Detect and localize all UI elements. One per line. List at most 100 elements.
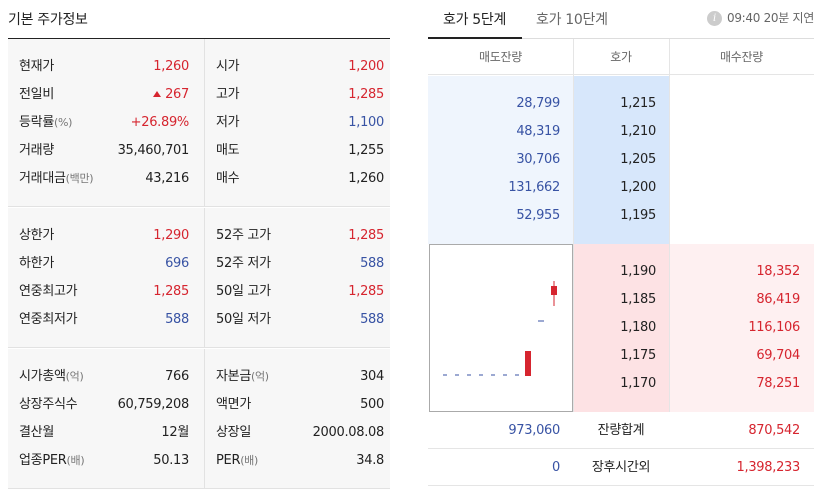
info-value: 1,290 <box>153 222 189 250</box>
info-label: 상한가 <box>19 222 54 250</box>
label-text: 연중최저가 <box>19 312 78 327</box>
header-bid-volume: 매수잔량 <box>669 39 814 75</box>
info-label: 자본금(억) <box>216 363 269 391</box>
info-label: 거래대금(백만) <box>19 165 94 193</box>
info-value: 50.13 <box>153 447 189 475</box>
info-value: 1,255 <box>348 137 384 165</box>
label-text: 결산월 <box>19 425 54 440</box>
basic-stock-info-panel: 기본 주가정보 현재가 1,260 시가 1,200 전일비 267 고가 1,285 등락률(… <box>8 0 390 498</box>
info-value: 588 <box>360 250 384 278</box>
info-label: 연중최저가 <box>19 306 78 334</box>
unit-text: (억) <box>65 370 84 383</box>
ask-price: 1,210 <box>620 124 656 139</box>
value-text: 35,460,701 <box>117 143 190 158</box>
ask-price: 1,195 <box>620 208 656 223</box>
info-row: 연중최저가 588 50일 저가 588 <box>8 306 390 334</box>
info-value: 12월 <box>161 419 189 447</box>
summary-label: 장후시간외 <box>591 460 651 475</box>
info-label: 거래량 <box>19 137 54 165</box>
value-text: 60,759,208 <box>117 397 190 412</box>
bid-volume: 86,419 <box>756 292 800 307</box>
info-value: 304 <box>360 363 384 391</box>
label-text: 거래대금 <box>19 171 66 186</box>
summary-bid: 1,398,233 <box>736 460 801 475</box>
info-row: 등락률(%) +26.89% 저가 1,100 <box>8 109 390 137</box>
value-text: 1,260 <box>348 171 384 186</box>
info-value: 1,100 <box>348 109 384 137</box>
info-label: 전일비 <box>19 81 54 109</box>
info-value: 1,285 <box>348 222 384 250</box>
unit-text: (배) <box>66 454 85 467</box>
info-label: PER(배) <box>216 447 258 475</box>
value-text: 500 <box>360 397 384 412</box>
info-label: 50일 고가 <box>216 278 271 306</box>
info-row: 시가총액(억) 766 자본금(억) 304 <box>8 363 390 391</box>
label-text: 현재가 <box>19 59 54 74</box>
label-text: 상장주식수 <box>19 397 78 412</box>
info-value: 1,285 <box>348 278 384 306</box>
value-text: 2000.08.08 <box>312 425 385 440</box>
bid-volume: 18,352 <box>756 264 800 279</box>
label-text: 전일비 <box>19 87 54 102</box>
limit-info-block: 상한가 1,290 52주 고가 1,285 하한가 696 52주 저가 588 연중최고가 1… <box>8 208 390 348</box>
candle-volume-bar <box>525 351 531 376</box>
header-ask-volume: 매도잔량 <box>428 39 573 75</box>
bid-price: 1,180 <box>620 320 656 335</box>
unit-text: (배) <box>240 454 258 467</box>
label-text: 액면가 <box>216 397 251 412</box>
value-text: 12월 <box>161 425 189 440</box>
label-text: 52주 고가 <box>216 228 271 243</box>
summary-row: 973,060 잔량합계 870,542 <box>428 413 814 449</box>
delay-text: 09:40 20분 지연 <box>726 11 814 25</box>
info-value: 696 <box>165 250 189 278</box>
info-label: 52주 고가 <box>216 222 271 250</box>
info-value: 1,285 <box>153 278 189 306</box>
delay-info: i 09:40 20분 지연 <box>706 9 814 26</box>
summary-ask: 973,060 <box>508 423 560 438</box>
info-label: 업종PER(배) <box>19 447 85 475</box>
label-text: 상한가 <box>19 228 54 243</box>
info-label: 50일 저가 <box>216 306 271 334</box>
info-value: 43,216 <box>145 165 189 193</box>
ask-price: 1,200 <box>620 180 656 195</box>
value-text: 696 <box>165 256 189 271</box>
tab-10-levels[interactable]: 호가 10단계 <box>536 9 608 29</box>
value-text: 1,285 <box>348 87 384 102</box>
info-label: 고가 <box>216 81 240 109</box>
candle-chart-svg <box>443 281 557 376</box>
tab-5-levels[interactable]: 호가 5단계 <box>443 9 506 29</box>
label-text: 자본금 <box>216 369 251 384</box>
label-text: 시가 <box>216 59 240 74</box>
company-info-block: 시가총액(억) 766 자본금(억) 304 상장주식수 60,759,208 액면가 500… <box>8 349 390 489</box>
info-icon[interactable]: i <box>706 11 722 26</box>
ask-price: 1,205 <box>620 152 656 167</box>
label-text: 매도 <box>216 143 240 158</box>
info-value: 34.8 <box>356 447 384 475</box>
value-text: 1,290 <box>153 228 189 243</box>
value-text: 588 <box>165 312 189 327</box>
ask-volume: 48,319 <box>516 124 560 139</box>
label-text: PER <box>216 453 241 468</box>
info-value: 500 <box>360 391 384 419</box>
info-value: 588 <box>360 306 384 334</box>
info-label: 저가 <box>216 109 240 137</box>
bid-volume: 116,106 <box>748 320 800 335</box>
info-label: 하한가 <box>19 250 54 278</box>
value-text: 43,216 <box>145 171 189 186</box>
ask-volume: 52,955 <box>516 208 560 223</box>
label-text: 거래량 <box>19 143 54 158</box>
label-text: 50일 저가 <box>216 312 271 327</box>
value-text: 1,285 <box>153 284 189 299</box>
info-row: 업종PER(배) 50.13 PER(배) 34.8 <box>8 447 390 475</box>
info-label: 상장일 <box>216 419 251 447</box>
summary-bid: 870,542 <box>748 423 800 438</box>
label-text: 연중최고가 <box>19 284 78 299</box>
summary-ask: 0 <box>552 460 560 475</box>
info-row: 상장주식수 60,759,208 액면가 500 <box>8 391 390 419</box>
info-label: 상장주식수 <box>19 391 78 419</box>
summary-label: 잔량합계 <box>597 423 645 438</box>
bid-volume: 69,704 <box>756 348 800 363</box>
value-text: 588 <box>360 256 384 271</box>
bid-price: 1,185 <box>620 292 656 307</box>
ask-price: 1,215 <box>620 96 656 111</box>
